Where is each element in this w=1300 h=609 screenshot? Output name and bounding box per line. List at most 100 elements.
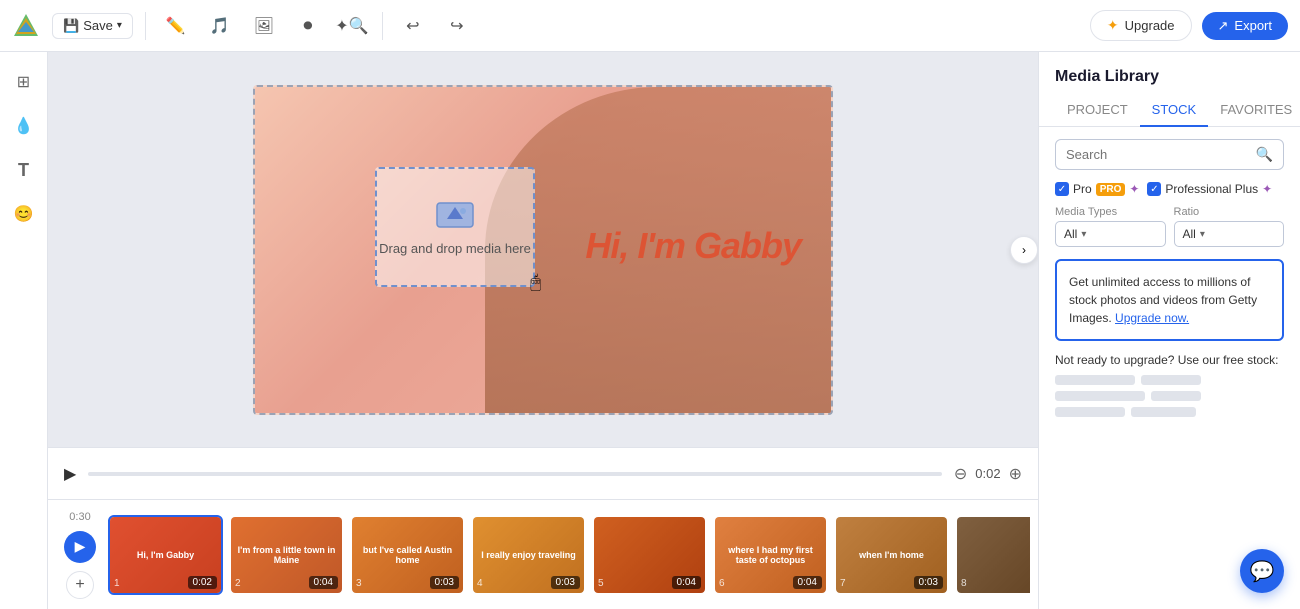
stock-line [1055, 391, 1145, 401]
increase-time-button[interactable]: ⊕ [1009, 464, 1022, 484]
timeline-item[interactable]: I really enjoy traveling40:03 [471, 515, 586, 595]
logo-icon [12, 12, 40, 40]
decrease-time-button[interactable]: ⊖ [954, 464, 967, 484]
tab-favorites[interactable]: FAVORITES [1208, 94, 1300, 127]
timeline-item-number: 7 [840, 578, 846, 589]
timeline-controls: 0:30 ▶ + [56, 511, 104, 599]
timeline-item-number: 5 [598, 578, 604, 589]
pro-label: Pro [1073, 182, 1092, 196]
play-button[interactable]: ▶ [64, 464, 76, 484]
stock-line [1131, 407, 1196, 417]
ratio-select[interactable]: All ▾ [1174, 221, 1285, 247]
chat-button[interactable]: 💬 [1240, 549, 1284, 593]
timeline-play-button[interactable]: ▶ [64, 531, 96, 563]
side-toolbar: ⊞ 💧 T 😊 [0, 52, 48, 609]
collapse-panel-button[interactable]: › [1010, 236, 1038, 264]
search-icon: 🔍 [1256, 146, 1273, 163]
playback-timeline[interactable] [88, 472, 942, 476]
panel-content: 🔍 ✓ Pro PRO ✦ ✓ Professional Plus ✦ [1039, 127, 1300, 609]
media-types-chevron-icon: ▾ [1081, 229, 1086, 240]
pro-checkbox[interactable]: ✓ [1055, 182, 1069, 196]
player-bar: ▶ ⊖ 0:02 ⊕ [48, 447, 1038, 499]
stock-lines [1055, 375, 1284, 417]
save-icon: 💾 [63, 18, 79, 34]
time-controls: ⊖ 0:02 ⊕ [954, 464, 1022, 484]
toolbar: 💾 Save ▾ ✏️ 🎵 🖼 ⏺ ✦🔍 ↩ ↪ ✦ Upgrade ↗ Exp… [0, 0, 1300, 52]
timeline-item-duration: 0:03 [914, 576, 943, 589]
free-stock-label: Not ready to upgrade? Use our free stock… [1055, 353, 1284, 367]
professional-plus-label: Professional Plus [1165, 182, 1258, 196]
canvas-text-overlay: Hi, I'm Gabby [585, 224, 801, 266]
music-button[interactable]: 🎵 [202, 8, 238, 44]
separator-2 [382, 12, 383, 40]
current-time: 0:02 [975, 466, 1000, 481]
timeline-item[interactable]: 8 [955, 515, 1030, 595]
ratio-chevron-icon: ▾ [1200, 229, 1205, 240]
image-button[interactable]: 🖼 [246, 8, 282, 44]
canvas-frame: Hi, I'm Gabby Drag and drop media here 🖱 [253, 85, 833, 415]
timeline-item-duration: 0:03 [551, 576, 580, 589]
stock-line-row-2 [1055, 391, 1284, 401]
timeline-item[interactable]: Hi, I'm Gabby10:02 [108, 515, 223, 595]
upgrade-button[interactable]: ✦ Upgrade [1090, 10, 1192, 41]
upgrade-label: Upgrade [1125, 18, 1175, 33]
canvas-drag-drop-area[interactable]: Drag and drop media here 🖱 [375, 167, 535, 287]
timeline-area: 0:30 ▶ + Hi, I'm Gabby10:02I'm from a li… [48, 499, 1038, 609]
professional-plus-filter-group: ✓ Professional Plus ✦ [1147, 182, 1272, 196]
save-button[interactable]: 💾 Save ▾ [52, 13, 133, 39]
total-time: 0:30 [69, 511, 90, 523]
search-button[interactable]: ✦🔍 [334, 8, 370, 44]
timeline-item-duration: 0:04 [309, 576, 338, 589]
timeline-item-duration: 0:03 [430, 576, 459, 589]
search-input[interactable] [1066, 147, 1256, 162]
professional-plus-checkbox[interactable]: ✓ [1147, 182, 1161, 196]
timeline-item[interactable]: but I've called Austin home30:03 [350, 515, 465, 595]
stock-line [1055, 375, 1135, 385]
right-panel: Media Library PROJECT STOCK FAVORITES 🔍 … [1038, 52, 1300, 609]
timeline-item[interactable]: where I had my first taste of octopus60:… [713, 515, 828, 595]
stock-line [1151, 391, 1201, 401]
color-tool-button[interactable]: 💧 [6, 108, 42, 144]
sticker-tool-button[interactable]: 😊 [6, 196, 42, 232]
timeline-item-number: 2 [235, 578, 241, 589]
pencil-button[interactable]: ✏️ [158, 8, 194, 44]
drag-drop-icon [435, 197, 475, 237]
save-label: Save [83, 18, 113, 33]
professional-plus-sparkle-icon: ✦ [1262, 182, 1272, 196]
timeline-item-number: 4 [477, 578, 483, 589]
tab-stock[interactable]: STOCK [1140, 94, 1209, 127]
media-types-label: Media Types [1055, 206, 1166, 218]
timeline-item-number: 3 [356, 578, 362, 589]
upgrade-info-card: Get unlimited access to millions of stoc… [1055, 259, 1284, 341]
tab-project[interactable]: PROJECT [1055, 94, 1140, 127]
filter-dropdowns: Media Types All ▾ Ratio All ▾ [1055, 206, 1284, 247]
undo-button[interactable]: ↩ [395, 8, 431, 44]
toolbar-right: ✦ Upgrade ↗ Export [1090, 10, 1288, 41]
canvas-wrapper: Hi, I'm Gabby Drag and drop media here 🖱 [48, 52, 1038, 447]
export-button[interactable]: ↗ Export [1202, 12, 1288, 40]
main-area: ⊞ 💧 T 😊 Hi, I'm Gabby [0, 52, 1300, 609]
logo [12, 12, 40, 40]
timeline-item[interactable]: I'm from a little town in Maine20:04 [229, 515, 344, 595]
redo-button[interactable]: ↪ [439, 8, 475, 44]
canvas-area: Hi, I'm Gabby Drag and drop media here 🖱 [48, 52, 1038, 609]
upgrade-now-link[interactable]: Upgrade now. [1115, 311, 1189, 325]
stock-line [1141, 375, 1201, 385]
timeline-item-number: 6 [719, 578, 725, 589]
stock-line [1055, 407, 1125, 417]
pro-filter-group: ✓ Pro PRO ✦ [1055, 182, 1139, 196]
timeline-item[interactable]: 50:04 [592, 515, 707, 595]
record-button[interactable]: ⏺ [290, 8, 326, 44]
text-tool-button[interactable]: T [6, 152, 42, 188]
save-dropdown-icon: ▾ [117, 20, 122, 31]
timeline-item-number: 8 [961, 578, 967, 589]
ratio-label: Ratio [1174, 206, 1285, 218]
search-box[interactable]: 🔍 [1055, 139, 1284, 170]
layout-tool-button[interactable]: ⊞ [6, 64, 42, 100]
timeline-add-button[interactable]: + [66, 571, 94, 599]
timeline-item[interactable]: when I'm home70:03 [834, 515, 949, 595]
media-types-select[interactable]: All ▾ [1055, 221, 1166, 247]
stock-line-row-1 [1055, 375, 1284, 385]
ratio-value: All [1183, 227, 1196, 241]
timeline-item-duration: 0:02 [188, 576, 217, 589]
